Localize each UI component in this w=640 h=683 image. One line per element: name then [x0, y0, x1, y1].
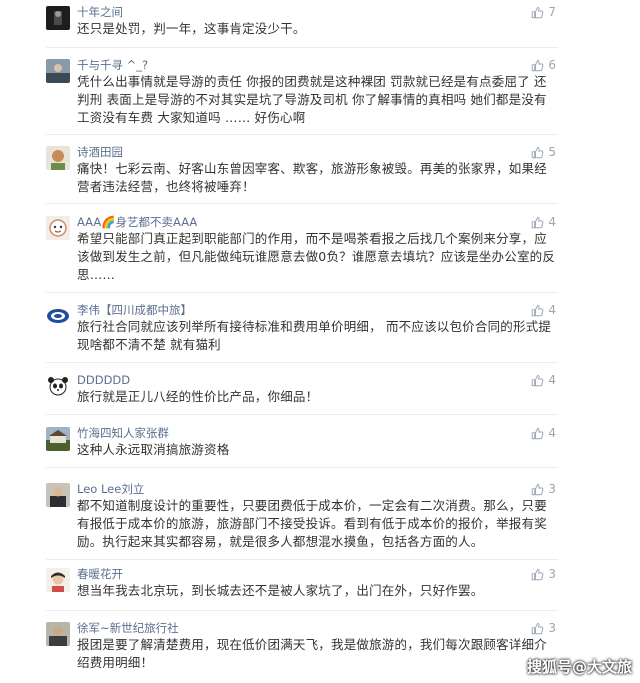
like-count: 4	[548, 426, 556, 440]
avatar[interactable]	[46, 374, 70, 398]
divider	[46, 134, 558, 135]
comment-text: 希望只能部门真正起到职能部门的作用，而不是喝茶看报之后找几个案例来分享，应该做到…	[77, 231, 556, 282]
comment-item: 诗酒田园 5 痛快！七彩云南、好客山东曾因宰客、欺客，旅游形象被毁。再美的张家界…	[0, 144, 640, 198]
like-button[interactable]: 4	[531, 372, 556, 388]
username[interactable]: DDDDDD	[77, 372, 130, 388]
username[interactable]: 春暖花开	[77, 566, 123, 582]
comment-item: 竹海四知人家张群 4 这种人永远取消搞旅游资格	[0, 425, 640, 463]
like-count: 6	[548, 58, 556, 72]
like-button[interactable]: 5	[531, 144, 556, 160]
divider	[46, 203, 558, 204]
comment-text: 旅行就是正儿八经的性价比产品，你细品！	[77, 389, 319, 404]
comment-item: 千与千寻 ^_? 6 凭什么出事情就是导游的责任 你报的团费就是这种裸团 罚款就…	[0, 57, 640, 131]
divider	[46, 610, 558, 611]
like-count: 4	[548, 303, 556, 317]
comment-text: 痛快！七彩云南、好客山东曾因宰客、欺客，旅游形象被毁。再美的张家界，如果经营者违…	[77, 161, 547, 194]
comment-item: Leo Lee刘立 3 都不知道制度设计的重要性，只要团费低于成本价，一定会有二…	[0, 481, 640, 555]
comment-item: 十年之间 7 还只是处罚，判一年，这事肯定没少干。	[0, 4, 640, 46]
like-count: 3	[548, 482, 556, 496]
thumbs-up-icon	[532, 59, 544, 71]
comment-item: 春暖花开 3 想当年我去北京玩，到长城去还不是被人家坑了，出门在外，只好作罢。	[0, 566, 640, 604]
comment-item: 李伟【四川成都中旅】 4 旅行社合同就应该列举所有接待标准和费用单价明细， 而不…	[0, 302, 640, 358]
like-count: 3	[548, 621, 556, 635]
comment-text: 凭什么出事情就是导游的责任 你报的团费就是这种裸团 罚款就已经是有点委屈了 还判…	[77, 74, 547, 125]
avatar[interactable]	[46, 483, 70, 507]
avatar[interactable]	[46, 216, 70, 240]
like-button[interactable]: 3	[531, 481, 556, 497]
comment-text: 都不知道制度设计的重要性，只要团费低于成本价，一定会有二次消费。那么，只要有报低…	[77, 498, 547, 549]
comment-text: 还只是处罚，判一年，这事肯定没少干。	[77, 21, 306, 36]
username[interactable]: 李伟【四川成都中旅】	[77, 302, 192, 318]
username[interactable]: AAA🌈身艺都不卖AAA	[77, 214, 197, 230]
like-button[interactable]: 6	[531, 57, 556, 73]
divider	[46, 292, 558, 293]
divider	[46, 47, 558, 48]
username[interactable]: 竹海四知人家张群	[77, 425, 169, 441]
username[interactable]: Leo Lee刘立	[77, 481, 144, 497]
username[interactable]: 徐军~新世纪旅行社	[77, 620, 179, 636]
avatar[interactable]	[46, 6, 70, 30]
comment-item: AAA🌈身艺都不卖AAA 4 希望只能部门真正起到职能部门的作用，而不是喝茶看报…	[0, 214, 640, 288]
avatar[interactable]	[46, 59, 70, 83]
comment-text: 这种人永远取消搞旅游资格	[77, 442, 230, 457]
comment-text: 想当年我去北京玩，到长城去还不是被人家坑了，出门在外，只好作罢。	[77, 583, 484, 598]
thumbs-up-icon	[532, 304, 544, 316]
like-button[interactable]: 7	[531, 4, 556, 20]
avatar[interactable]	[46, 146, 70, 170]
username[interactable]: 诗酒田园	[77, 144, 123, 160]
like-count: 4	[548, 215, 556, 229]
thumbs-up-icon	[532, 622, 544, 634]
thumbs-up-icon	[532, 483, 544, 495]
divider	[46, 559, 558, 560]
thumbs-up-icon	[532, 6, 544, 18]
avatar[interactable]	[46, 568, 70, 592]
like-button[interactable]: 4	[531, 425, 556, 441]
avatar[interactable]	[46, 304, 70, 328]
username[interactable]: 千与千寻 ^_?	[77, 57, 148, 73]
avatar[interactable]	[46, 622, 70, 646]
divider	[46, 467, 558, 468]
thumbs-up-icon	[532, 568, 544, 580]
thumbs-up-icon	[532, 146, 544, 158]
thumbs-up-icon	[532, 374, 544, 386]
comment-text: 报团是要了解清楚费用，现在低价团满天飞，我是做旅游的，我们每次跟顾客详细介绍费用…	[77, 637, 547, 670]
like-count: 4	[548, 373, 556, 387]
like-button[interactable]: 4	[531, 214, 556, 230]
like-button[interactable]: 4	[531, 302, 556, 318]
comment-item: DDDDDD 4 旅行就是正儿八经的性价比产品，你细品！	[0, 372, 640, 410]
like-count: 5	[548, 145, 556, 159]
like-button[interactable]: 3	[531, 566, 556, 582]
like-button[interactable]: 3	[531, 620, 556, 636]
username[interactable]: 十年之间	[77, 4, 123, 20]
like-count: 3	[548, 567, 556, 581]
thumbs-up-icon	[532, 216, 544, 228]
comment-text: 旅行社合同就应该列举所有接待标准和费用单价明细， 而不应该以包价合同的形式提现啥…	[77, 319, 552, 352]
like-count: 7	[548, 5, 556, 19]
divider	[46, 414, 558, 415]
avatar[interactable]	[46, 427, 70, 451]
watermark: 搜狐号@大文旅	[526, 658, 632, 676]
divider	[46, 362, 558, 363]
thumbs-up-icon	[532, 427, 544, 439]
